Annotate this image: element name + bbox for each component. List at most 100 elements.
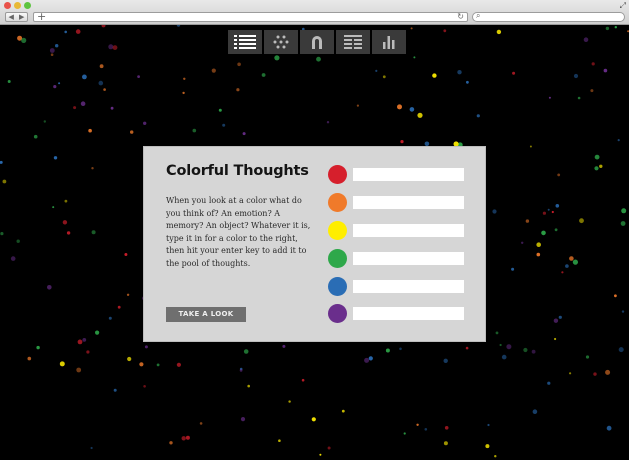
color-dot [356, 104, 359, 107]
color-dot [7, 80, 11, 83]
color-dot [341, 409, 345, 413]
color-dot [319, 453, 322, 456]
color-dot [50, 53, 54, 56]
minimize-window-button[interactable] [14, 2, 21, 9]
magnet-icon [312, 36, 322, 49]
color-dot [403, 432, 406, 435]
color-dot [536, 252, 541, 257]
forward-icon[interactable]: ▶ [19, 13, 24, 21]
list-view-button[interactable] [228, 30, 262, 54]
color-dot [593, 372, 597, 376]
color-dot [590, 89, 594, 93]
color-dot [66, 231, 71, 235]
color-dot [16, 239, 20, 243]
color-dot [382, 75, 386, 79]
color-dot [124, 253, 128, 256]
chart-view-button[interactable] [372, 30, 406, 54]
color-dot [137, 75, 141, 78]
zoom-window-button[interactable] [24, 2, 31, 9]
color-dot [2, 179, 7, 184]
color-dot [58, 82, 61, 85]
color-dot [492, 209, 497, 214]
color-dot [130, 130, 134, 134]
color-dot [237, 62, 241, 67]
color-dot [144, 345, 148, 349]
color-dot [76, 367, 82, 373]
color-dot [101, 25, 106, 28]
magnet-view-button[interactable] [300, 30, 334, 54]
color-dot [465, 346, 469, 350]
color-dot [236, 88, 240, 92]
orange-swatch [328, 193, 347, 212]
color-dot [529, 145, 532, 148]
color-dot [603, 68, 608, 73]
color-dot [594, 166, 599, 171]
color-dot [547, 381, 551, 385]
back-icon[interactable]: ◀ [9, 13, 14, 21]
color-dot [311, 417, 316, 422]
scatter-view-button[interactable] [264, 30, 298, 54]
color-dot [243, 349, 249, 354]
color-dot [561, 271, 564, 274]
color-dot [531, 349, 536, 354]
color-dot [218, 108, 222, 112]
close-window-button[interactable] [4, 2, 11, 9]
color-dot [21, 37, 27, 43]
color-dot [211, 68, 216, 73]
columns-icon [344, 35, 362, 49]
color-dot [82, 74, 87, 80]
purple-thought-input[interactable] [353, 307, 464, 320]
color-dot [282, 344, 286, 348]
orange-thought-input[interactable] [353, 196, 464, 209]
color-dot [239, 369, 243, 372]
color-dot [444, 426, 449, 430]
color-dot [199, 422, 203, 425]
color-dot [117, 305, 121, 309]
color-dot [443, 441, 448, 446]
color-row-yellow [328, 221, 464, 240]
color-dot [64, 199, 68, 203]
color-dot [375, 69, 378, 72]
color-dot [108, 316, 112, 320]
red-thought-input[interactable] [353, 168, 464, 181]
color-dot [176, 362, 181, 367]
color-dot [62, 220, 68, 225]
color-dot [240, 417, 246, 422]
color-dot [494, 455, 497, 458]
color-dot [443, 29, 447, 33]
columns-view-button[interactable] [336, 30, 370, 54]
color-dot [501, 354, 507, 360]
color-dot [620, 221, 626, 226]
search-icon: ⌕ [476, 11, 481, 20]
add-bookmark-icon[interactable]: + [37, 10, 46, 23]
search-field[interactable]: ⌕ [472, 11, 625, 22]
colorful-thoughts-dialog: Colorful Thoughts When you look at a col… [143, 146, 486, 342]
address-bar[interactable]: + ↻ [33, 10, 468, 23]
color-dot [605, 26, 610, 31]
color-dot [621, 310, 625, 313]
dialog-title: Colorful Thoughts [166, 163, 309, 179]
take-a-look-button[interactable]: TAKE A LOOK [166, 307, 246, 322]
yellow-thought-input[interactable] [353, 224, 464, 237]
color-dot [548, 96, 551, 99]
color-dot [555, 204, 560, 208]
blue-thought-input[interactable] [353, 280, 464, 293]
color-dot [496, 29, 502, 35]
color-dot [112, 45, 118, 50]
list-icon [234, 35, 256, 49]
fullscreen-icon[interactable]: ⤢ [620, 1, 626, 11]
color-dot [521, 241, 524, 244]
green-thought-input[interactable] [353, 252, 464, 265]
reload-icon[interactable]: ↻ [457, 12, 464, 21]
color-dot [614, 294, 617, 298]
color-dot [110, 106, 114, 110]
color-dot [274, 55, 280, 61]
color-dot [569, 372, 572, 375]
color-dot [98, 80, 104, 86]
color-dot [466, 80, 469, 84]
color-dot [99, 64, 104, 69]
color-dot [417, 112, 423, 118]
color-dot [558, 315, 562, 319]
color-dot [606, 425, 612, 431]
color-dot [49, 48, 55, 53]
